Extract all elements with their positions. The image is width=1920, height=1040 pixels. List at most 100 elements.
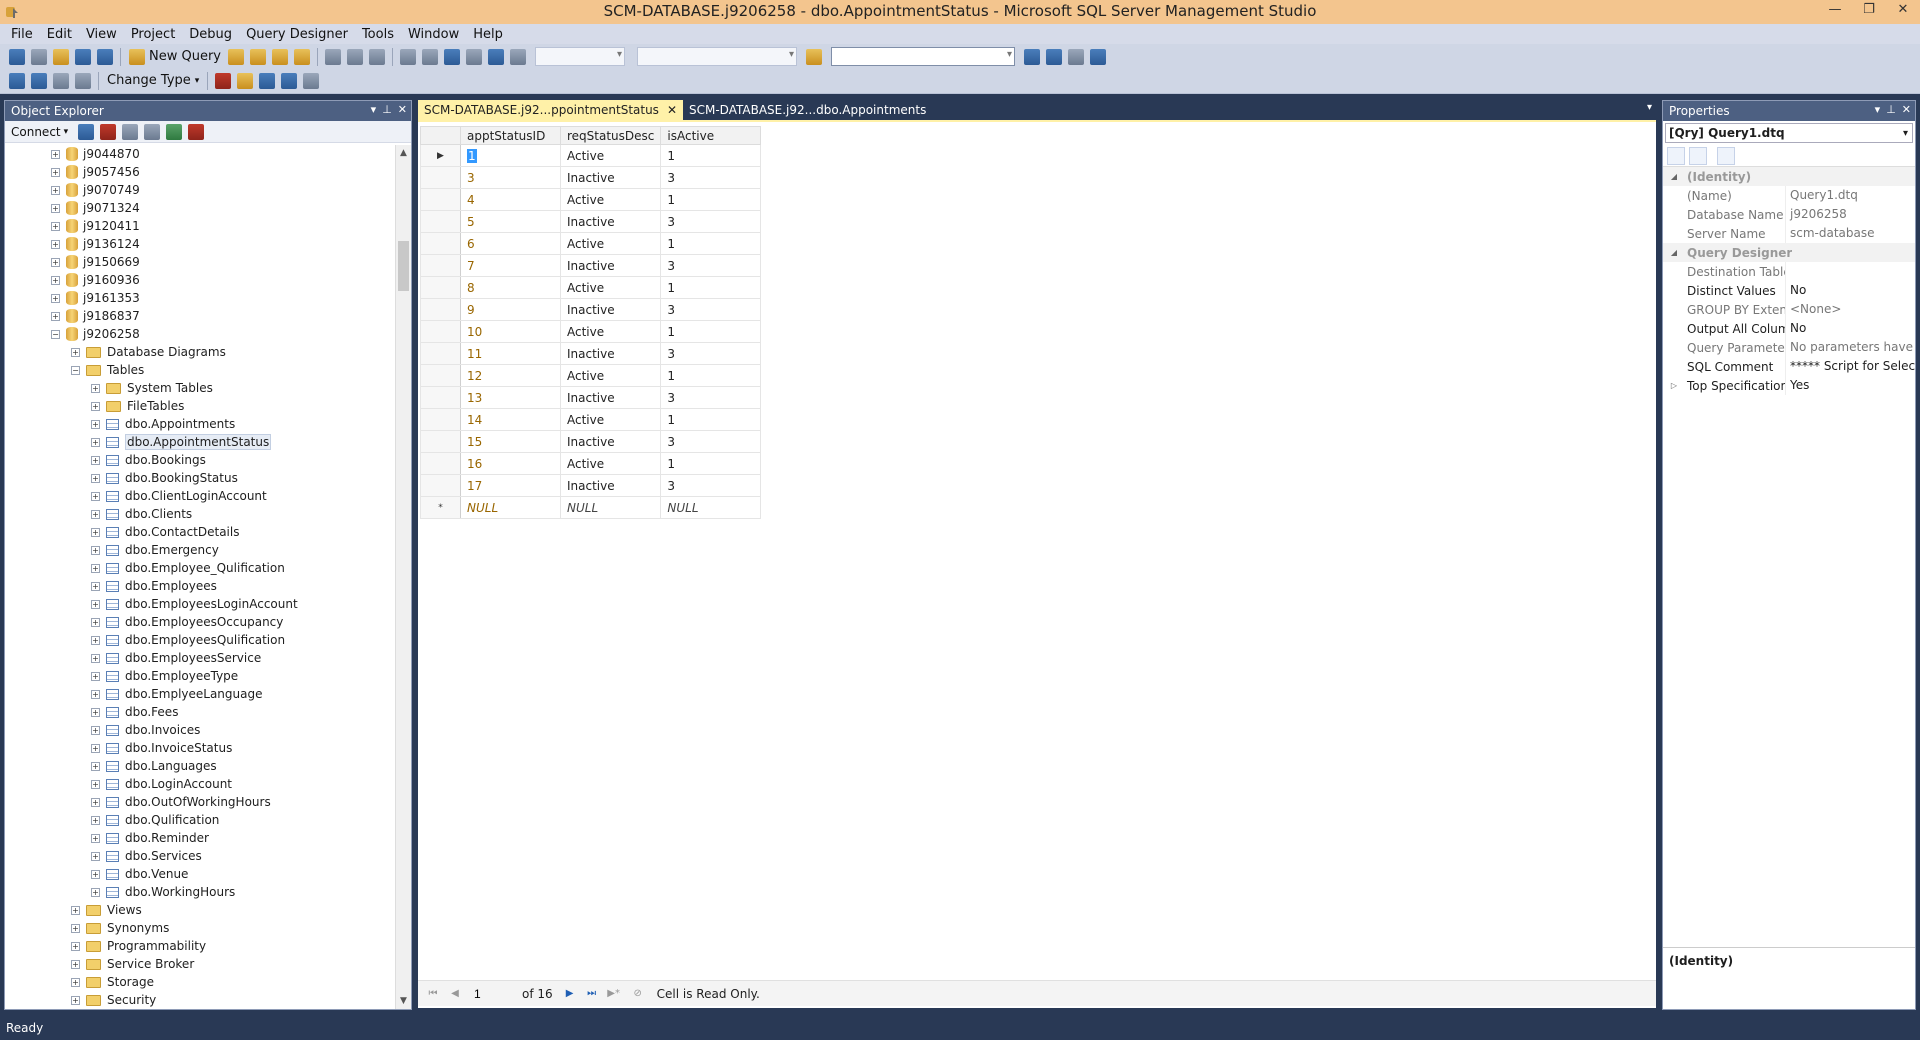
grid-cell[interactable]: 1 <box>660 232 762 255</box>
row-header[interactable] <box>420 386 461 409</box>
activity-monitor-icon[interactable] <box>488 48 504 65</box>
grid-cell[interactable]: 1 <box>660 276 762 299</box>
tree-node-table[interactable]: + dbo.OutOfWorkingHours <box>5 793 395 811</box>
table-row[interactable]: 14 Active 1 <box>420 408 762 431</box>
grid-cell[interactable]: Active <box>559 320 662 343</box>
redo-icon[interactable] <box>422 48 438 65</box>
tree-node-database-diagrams[interactable]: + Database Diagrams <box>5 343 395 361</box>
property-category[interactable]: ◢ Query Designer <box>1663 243 1915 262</box>
tree-node-current-database[interactable]: − j9206258 <box>5 325 395 343</box>
row-header[interactable] <box>420 276 461 299</box>
scroll-thumb[interactable] <box>398 241 409 291</box>
show-results-pane-icon[interactable] <box>75 72 91 89</box>
tree-node-filetables[interactable]: + FileTables <box>5 397 395 415</box>
add-item-icon[interactable] <box>31 48 47 65</box>
grid-cell[interactable]: 3 <box>660 430 762 453</box>
grid-cell[interactable]: Active <box>559 276 662 299</box>
navigate-backward-icon[interactable] <box>444 48 460 65</box>
find-in-files-icon[interactable] <box>806 48 822 65</box>
tree-node-tables[interactable]: − Tables <box>5 361 395 379</box>
grid-cell[interactable]: Active <box>559 188 662 211</box>
table-row[interactable]: 13 Inactive 3 <box>420 386 762 409</box>
expand-icon[interactable]: + <box>51 185 60 195</box>
scroll-up-icon[interactable]: ▲ <box>396 145 411 161</box>
grid-cell[interactable]: 3 <box>660 166 762 189</box>
tree-node-table[interactable]: + dbo.ContactDetails <box>5 523 395 541</box>
tree-node-table[interactable]: + dbo.LoginAccount <box>5 775 395 793</box>
tree-node-service-broker[interactable]: + Service Broker <box>5 955 395 973</box>
pin-icon[interactable]: ⊥ <box>1886 103 1896 116</box>
property-value[interactable]: No <box>1785 319 1915 338</box>
analysis-query-icon[interactable] <box>250 48 266 65</box>
table-row[interactable]: 8 Active 1 <box>420 276 762 299</box>
solution-explorer-icon[interactable] <box>1024 48 1040 65</box>
verify-sql-icon[interactable] <box>237 72 254 89</box>
property-category[interactable]: ◢ (Identity) <box>1663 167 1915 186</box>
expand-icon[interactable]: + <box>91 437 100 447</box>
stop-icon[interactable]: ⊘ <box>631 987 645 1001</box>
expand-icon[interactable]: + <box>91 383 100 393</box>
table-row[interactable]: 5 Inactive 3 <box>420 210 762 233</box>
row-header[interactable] <box>420 232 461 255</box>
row-header[interactable] <box>420 166 461 189</box>
expand-icon[interactable]: + <box>51 239 60 249</box>
solution-platforms-dropdown[interactable] <box>637 47 797 66</box>
expand-icon[interactable]: + <box>91 599 100 609</box>
menu-file[interactable]: File <box>4 27 40 42</box>
last-record-icon[interactable]: ⏭ <box>585 987 599 1001</box>
grid-cell[interactable]: 3 <box>460 166 561 189</box>
expand-icon[interactable]: + <box>91 815 100 825</box>
row-header[interactable] <box>420 364 461 387</box>
property-value[interactable]: Yes <box>1785 376 1915 395</box>
null-cell[interactable]: NULL <box>460 496 561 519</box>
column-header[interactable]: apptStatusID <box>460 126 561 145</box>
grid-cell[interactable]: 1 <box>660 408 762 431</box>
expand-icon[interactable]: + <box>71 977 80 987</box>
grid-cell[interactable]: 3 <box>660 474 762 497</box>
expand-icon[interactable]: + <box>91 509 100 519</box>
grid-cell[interactable]: 3 <box>660 386 762 409</box>
property-value[interactable]: <None> <box>1785 300 1915 319</box>
expand-icon[interactable]: + <box>91 779 100 789</box>
expand-icon[interactable]: + <box>91 761 100 771</box>
property-row[interactable]: SQL Comment ***** Script for SelectTo <box>1663 357 1915 376</box>
tree-node-storage[interactable]: + Storage <box>5 973 395 991</box>
expand-icon[interactable]: + <box>51 257 60 267</box>
connect-button[interactable]: Connect ▾ <box>11 125 68 139</box>
expand-icon[interactable]: + <box>91 833 100 843</box>
expand-icon[interactable]: + <box>91 743 100 753</box>
table-row[interactable]: 3 Inactive 3 <box>420 166 762 189</box>
panel-menu-icon[interactable]: ▾ <box>1875 103 1881 116</box>
property-value[interactable]: scm-database <box>1785 224 1915 243</box>
property-pages-icon[interactable] <box>1717 146 1735 165</box>
table-row[interactable]: 15 Inactive 3 <box>420 430 762 453</box>
grid-cell[interactable]: 10 <box>460 320 561 343</box>
filter-icon[interactable] <box>144 123 161 140</box>
tree-node-table[interactable]: + dbo.Fees <box>5 703 395 721</box>
tree-node-security[interactable]: + Security <box>5 991 395 1009</box>
expand-icon[interactable]: + <box>51 221 60 231</box>
new-record-icon[interactable]: ▶* <box>607 987 621 1001</box>
grid-cell[interactable]: Active <box>559 452 662 475</box>
alphabetical-icon[interactable] <box>1689 146 1707 165</box>
tree-node-database[interactable]: + j9070749 <box>5 181 395 199</box>
close-button[interactable]: ✕ <box>1886 0 1920 20</box>
table-row[interactable]: 16 Active 1 <box>420 452 762 475</box>
tree-node-table[interactable]: + dbo.Venue <box>5 865 395 883</box>
grid-cell[interactable]: 6 <box>460 232 561 255</box>
expand-icon[interactable]: + <box>71 923 80 933</box>
grid-cell[interactable]: 3 <box>660 342 762 365</box>
tree-node-database[interactable]: + j9160936 <box>5 271 395 289</box>
collapse-category-icon[interactable]: ◢ <box>1663 172 1685 181</box>
add-new-derived-table-icon[interactable] <box>303 72 320 89</box>
grid-cell[interactable]: 1 <box>660 364 762 387</box>
property-value[interactable]: No <box>1785 281 1915 300</box>
row-header[interactable] <box>420 408 461 431</box>
grid-cell[interactable]: Active <box>559 364 662 387</box>
start-debugging-icon[interactable] <box>510 48 526 65</box>
save-icon[interactable] <box>75 48 91 65</box>
grid-cell[interactable]: 8 <box>460 276 561 299</box>
grid-cell[interactable]: 1 <box>660 144 762 167</box>
expand-icon[interactable]: + <box>91 671 100 681</box>
tree-node-table[interactable]: + dbo.EmplyeeLanguage <box>5 685 395 703</box>
